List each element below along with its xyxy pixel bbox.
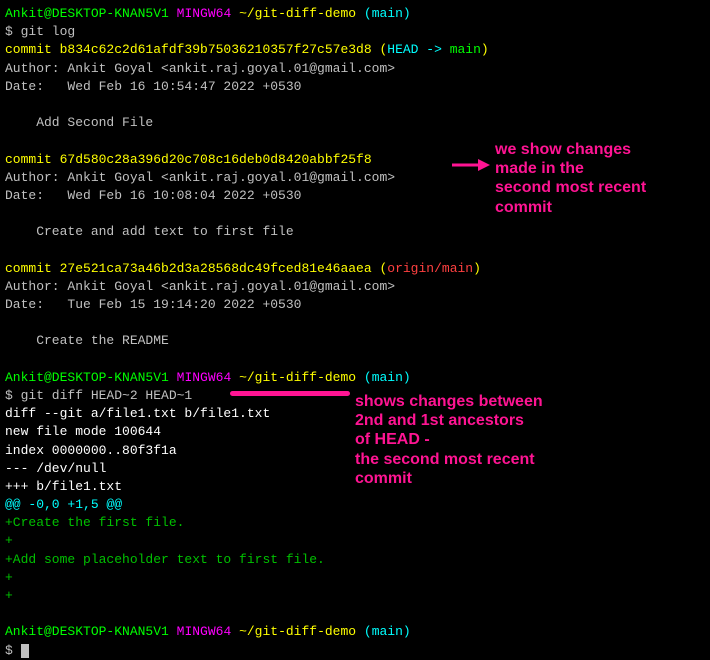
commit-hash: 27e521ca73a46b2d3a28568dc49fced81e46aaea [60,261,372,276]
author-line: Author: Ankit Goyal <ankit.raj.goyal.01@… [5,60,705,78]
diff-add: + [5,532,705,550]
terminal-output[interactable]: Ankit@DESKTOP-KNAN5V1 MINGW64 ~/git-diff… [5,5,705,660]
commit-line: commit 27e521ca73a46b2d3a28568dc49fced81… [5,260,705,278]
commit-msg: Add Second File [5,114,705,132]
diff-add: +Add some placeholder text to first file… [5,551,705,569]
command-line: $ [5,642,705,660]
annotation-text: we show changes made in the second most … [495,140,646,217]
branch-name: main [450,42,481,57]
user-host: Ankit@DESKTOP-KNAN5V1 [5,6,169,21]
cwd-path: ~/git-diff-demo [239,370,356,385]
head-label: HEAD -> [387,42,449,57]
date-line: Date: Wed Feb 16 10:54:47 2022 +0530 [5,78,705,96]
remote-branch: origin/main [387,261,473,276]
command-line: $ git log [5,23,705,41]
mingw-label: MINGW64 [177,370,232,385]
diff-add: + [5,569,705,587]
commit-msg: Create and add text to first file [5,223,705,241]
arrow-icon [450,155,490,185]
user-host: Ankit@DESKTOP-KNAN5V1 [5,624,169,639]
annotation-text: shows changes between 2nd and 1st ancest… [355,392,543,488]
underline-mark [230,391,350,396]
author-line: Author: Ankit Goyal <ankit.raj.goyal.01@… [5,278,705,296]
commit-msg: Create the README [5,332,705,350]
mingw-label: MINGW64 [177,624,232,639]
diff-add: + [5,587,705,605]
commit-line: commit b834c62c2d61afdf39b75036210357f27… [5,41,705,59]
cwd-path: ~/git-diff-demo [239,6,356,21]
cursor-icon [21,644,29,658]
branch-label: (main) [364,6,411,21]
diff-add: +Create the first file. [5,514,705,532]
prompt-line: Ankit@DESKTOP-KNAN5V1 MINGW64 ~/git-diff… [5,369,705,387]
branch-label: (main) [364,370,411,385]
date-line: Date: Tue Feb 15 19:14:20 2022 +0530 [5,296,705,314]
user-host: Ankit@DESKTOP-KNAN5V1 [5,370,169,385]
commit-hash: b834c62c2d61afdf39b75036210357f27c57e3d8 [60,42,372,57]
cwd-path: ~/git-diff-demo [239,624,356,639]
commit-hash: 67d580c28a396d20c708c16deb0d8420abbf25f8 [60,152,372,167]
prompt-line: Ankit@DESKTOP-KNAN5V1 MINGW64 ~/git-diff… [5,623,705,641]
diff-hunk: @@ -0,0 +1,5 @@ [5,496,705,514]
prompt-line: Ankit@DESKTOP-KNAN5V1 MINGW64 ~/git-diff… [5,5,705,23]
branch-label: (main) [364,624,411,639]
mingw-label: MINGW64 [177,6,232,21]
